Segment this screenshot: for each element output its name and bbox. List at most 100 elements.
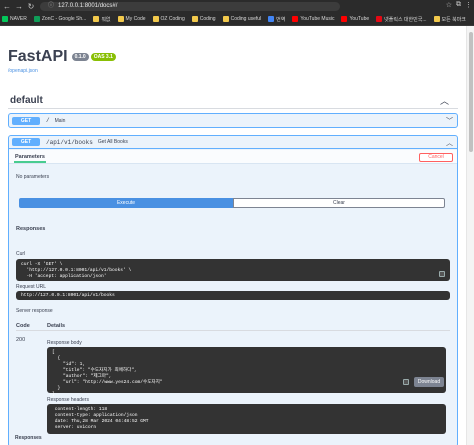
status-code: 200 [16, 337, 26, 343]
bookmark-icon [268, 16, 275, 22]
bookmark-label: OZ Coding [160, 16, 185, 22]
chevron-down-icon[interactable]: ﹀ [446, 116, 453, 126]
responses-footer: Responses [15, 435, 42, 441]
browser-toolbar: ← → ↻ ⓘ 127.0.0.1:8001/docs#/ ☆ ⧉ ⋮ [0, 0, 474, 13]
operation-path: / [46, 117, 50, 124]
bookmark-icon [433, 16, 440, 22]
response-body-label: Response body [47, 340, 82, 346]
download-button[interactable]: Download [414, 377, 444, 387]
tab-underline [14, 161, 46, 163]
code-line: -H 'accept: application/json' [21, 274, 107, 279]
bookmark-label: 넷플릭스 대한민국... [384, 16, 427, 23]
copy-icon[interactable] [403, 379, 409, 385]
reload-icon[interactable]: ↻ [26, 2, 36, 12]
responses-bar: Responses [9, 220, 457, 234]
method-badge: GET [12, 138, 40, 146]
request-url-box[interactable]: http://127.0.0.1:8001/api/v1/books [16, 291, 450, 300]
address-bar[interactable]: ⓘ 127.0.0.1:8001/docs#/ [40, 2, 340, 11]
bookmark-label: ZonC - Google Sh... [41, 16, 87, 22]
bookmark-item[interactable]: Coding useful [222, 16, 262, 22]
bookmark-icon [376, 16, 383, 22]
divider [8, 108, 458, 109]
menu-icon[interactable]: ⋮ [465, 1, 472, 9]
bookmark-label: YouTube [349, 16, 370, 22]
response-headers-box[interactable]: content-length: 118 content-type: applic… [47, 404, 446, 434]
method-badge: GET [12, 116, 40, 125]
bookmark-item[interactable]: ZonC - Google Sh... [33, 16, 87, 22]
api-title: FastAPI [8, 48, 68, 65]
bookmark-icon [222, 16, 229, 22]
bookmark-item[interactable]: OZ Coding [152, 16, 185, 22]
section-title[interactable]: default [10, 95, 43, 106]
api-header: FastAPI 0.1.0 OAS 3.1 [8, 48, 116, 66]
response-table-header: Code Details [16, 321, 450, 331]
response-headers-label: Response headers [47, 397, 89, 403]
bookmark-label: My Code [125, 16, 146, 22]
bookmark-item[interactable]: YouTube [341, 16, 369, 22]
version-badge: 0.1.0 [71, 53, 89, 61]
operation-header[interactable]: GET /api/v1/books Get All Books ︿ [9, 136, 457, 149]
bookmark-item[interactable]: My Code [117, 16, 146, 22]
cancel-button[interactable]: Cancel [419, 153, 453, 162]
operation-get-books: GET /api/v1/books Get All Books ︿ Parame… [8, 135, 458, 445]
forward-icon[interactable]: → [14, 2, 24, 12]
bookmark-icon [2, 16, 8, 22]
bookmark-item[interactable]: 번역 [268, 16, 285, 23]
bookmark-item[interactable]: Coding [191, 16, 216, 22]
oas-badge: OAS 3.1 [90, 53, 116, 61]
extensions-icon[interactable]: ⧉ [456, 1, 461, 9]
address-text: 127.0.0.1:8001/docs#/ [58, 3, 118, 9]
bookmark-icon [117, 16, 124, 22]
no-parameters-text: No parameters [16, 174, 50, 180]
page-scrollbar[interactable] [466, 26, 474, 445]
bookmark-label: Coding [199, 16, 216, 22]
chevron-up-icon[interactable]: ︿ [446, 138, 453, 148]
bookmark-icon [341, 16, 348, 22]
bookmark-item[interactable]: NAVER [2, 16, 27, 22]
bookmark-icon [93, 16, 100, 22]
bookmark-item[interactable]: 모든 북마크 [433, 16, 466, 23]
bookmark-label: YouTube Music [300, 16, 335, 22]
server-response-label: Server response [16, 308, 53, 314]
bookmark-label: Coding useful [230, 16, 262, 22]
code-line: ] [52, 392, 55, 397]
star-icon[interactable]: ☆ [446, 1, 452, 9]
back-icon[interactable]: ← [2, 2, 12, 12]
curl-box[interactable]: curl -X 'GET' \ 'http://127.0.0.1:8001/a… [16, 259, 450, 281]
bookmark-icon [292, 16, 299, 22]
execute-row: Execute Clear [19, 198, 445, 208]
tab-parameters[interactable]: Parameters [15, 154, 45, 160]
response-body-box[interactable]: [ { "id": 1, "title": "수도자지가 최애하다", "aut… [47, 347, 446, 397]
curl-label: Curl [16, 251, 26, 257]
details-header: Details [47, 323, 66, 329]
toolbar-right: ☆ ⧉ ⋮ [446, 1, 472, 9]
execute-button[interactable]: Execute [19, 198, 233, 208]
bookmark-label: 번역 [276, 16, 286, 23]
bookmark-item[interactable]: 넷플릭스 대한민국... [376, 16, 427, 23]
clear-button[interactable]: Clear [233, 198, 445, 208]
responses-title: Responses [16, 226, 46, 232]
site-info-icon[interactable]: ⓘ [48, 2, 54, 11]
bookmark-icon [33, 16, 40, 22]
operation-path: /api/v1/books [46, 138, 93, 146]
code-line: server: uvicorn [52, 425, 99, 430]
bookmark-label: 모든 북마크 [441, 16, 466, 23]
operation-main[interactable]: GET / Main ﹀ [8, 113, 458, 128]
bookmark-icon [152, 16, 159, 22]
bookmark-icon [191, 16, 198, 22]
bookmark-label: 뭐없 [101, 16, 111, 23]
request-url-label: Request URL [16, 284, 47, 290]
bookmark-label: NAVER [10, 16, 27, 22]
swagger-page: FastAPI 0.1.0 OAS 3.1 /openapi.json defa… [0, 26, 466, 445]
bookmark-item[interactable]: YouTube Music [292, 16, 334, 22]
code-header: Code [16, 323, 30, 329]
openapi-link[interactable]: /openapi.json [8, 68, 38, 74]
bookmark-item[interactable]: 뭐없 [93, 16, 111, 23]
copy-icon[interactable] [439, 271, 445, 277]
scrollbar-thumb[interactable] [469, 32, 473, 152]
chevron-up-icon[interactable]: ︿ [440, 94, 449, 107]
bookmarks-bar: NAVER ZonC - Google Sh... 뭐없 My Code OZ Codi… [0, 13, 474, 26]
parameters-bar: Parameters Cancel [9, 150, 457, 164]
operation-summary: Get All Books [97, 139, 128, 145]
operation-summary: Main [54, 117, 66, 124]
